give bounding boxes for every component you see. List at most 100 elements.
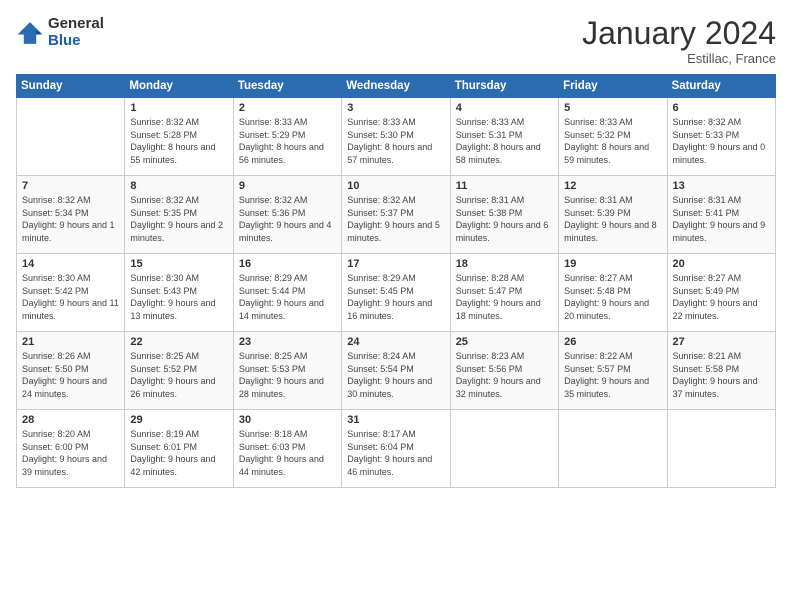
calendar-cell: 22Sunrise: 8:25 AMSunset: 5:52 PMDayligh… bbox=[125, 332, 233, 410]
col-sunday: Sunday bbox=[17, 75, 125, 98]
calendar-cell: 8 Sunrise: 8:32 AMSunset: 5:35 PMDaylight… bbox=[125, 176, 233, 254]
day-info: Sunrise: 8:32 AMSunset: 5:28 PMDaylight:… bbox=[130, 116, 227, 166]
logo-icon bbox=[16, 19, 44, 47]
day-number: 10 bbox=[347, 180, 444, 192]
day-info: Sunrise: 8:22 AMSunset: 5:57 PMDaylight:… bbox=[564, 350, 661, 400]
day-number: 30 bbox=[239, 414, 336, 426]
calendar-week-4: 21 Sunrise: 8:26 AMSunset: 5:50 PMDayligh… bbox=[17, 332, 776, 410]
day-info: Sunrise: 8:32 AMSunset: 5:37 PMDaylight:… bbox=[347, 194, 444, 244]
day-number: 11 bbox=[456, 180, 553, 192]
calendar-cell: 17 Sunrise: 8:29 AMSunset: 5:45 PMDayligh… bbox=[342, 254, 450, 332]
calendar-cell: 20 Sunrise: 8:27 AMSunset: 5:49 PMDayligh… bbox=[667, 254, 775, 332]
calendar-cell: 2Sunrise: 8:33 AMSunset: 5:29 PMDaylight… bbox=[233, 98, 341, 176]
logo-general: General bbox=[48, 16, 104, 33]
header-row: Sunday Monday Tuesday Wednesday Thursday… bbox=[17, 75, 776, 98]
location-subtitle: Estillac, France bbox=[582, 51, 776, 66]
calendar-cell: 1 Sunrise: 8:32 AMSunset: 5:28 PMDaylight… bbox=[125, 98, 233, 176]
calendar-cell: 3Sunrise: 8:33 AMSunset: 5:30 PMDaylight… bbox=[342, 98, 450, 176]
calendar-cell: 27 Sunrise: 8:21 AMSunset: 5:58 PMDayligh… bbox=[667, 332, 775, 410]
day-info: Sunrise: 8:20 AMSunset: 6:00 PMDaylight:… bbox=[22, 428, 119, 478]
day-info: Sunrise: 8:33 AMSunset: 5:32 PMDaylight:… bbox=[564, 116, 661, 166]
col-friday: Friday bbox=[559, 75, 667, 98]
day-info: Sunrise: 8:21 AMSunset: 5:58 PMDaylight:… bbox=[673, 350, 770, 400]
day-number: 21 bbox=[22, 336, 119, 348]
day-info: Sunrise: 8:33 AMSunset: 5:30 PMDaylight:… bbox=[347, 116, 444, 166]
day-number: 13 bbox=[673, 180, 770, 192]
day-number: 19 bbox=[564, 258, 661, 270]
day-info: Sunrise: 8:31 AMSunset: 5:39 PMDaylight:… bbox=[564, 194, 661, 244]
day-number: 16 bbox=[239, 258, 336, 270]
col-thursday: Thursday bbox=[450, 75, 558, 98]
day-number: 8 bbox=[130, 180, 227, 192]
col-monday: Monday bbox=[125, 75, 233, 98]
day-info: Sunrise: 8:19 AMSunset: 6:01 PMDaylight:… bbox=[130, 428, 227, 478]
calendar-cell bbox=[667, 410, 775, 488]
calendar-week-1: 1 Sunrise: 8:32 AMSunset: 5:28 PMDaylight… bbox=[17, 98, 776, 176]
calendar-cell: 31 Sunrise: 8:17 AMSunset: 6:04 PMDayligh… bbox=[342, 410, 450, 488]
day-number: 28 bbox=[22, 414, 119, 426]
day-number: 4 bbox=[456, 102, 553, 114]
month-title: January 2024 bbox=[582, 16, 776, 51]
day-number: 14 bbox=[22, 258, 119, 270]
calendar-cell: 25Sunrise: 8:23 AMSunset: 5:56 PMDayligh… bbox=[450, 332, 558, 410]
page-container: General Blue January 2024 Estillac, Fran… bbox=[0, 0, 792, 498]
day-number: 7 bbox=[22, 180, 119, 192]
day-info: Sunrise: 8:24 AMSunset: 5:54 PMDaylight:… bbox=[347, 350, 444, 400]
day-info: Sunrise: 8:29 AMSunset: 5:44 PMDaylight:… bbox=[239, 272, 336, 322]
logo-text: General Blue bbox=[48, 16, 104, 49]
calendar-cell bbox=[559, 410, 667, 488]
calendar-cell: 30 Sunrise: 8:18 AMSunset: 6:03 PMDayligh… bbox=[233, 410, 341, 488]
calendar-cell: 18 Sunrise: 8:28 AMSunset: 5:47 PMDayligh… bbox=[450, 254, 558, 332]
day-info: Sunrise: 8:25 AMSunset: 5:53 PMDaylight:… bbox=[239, 350, 336, 400]
day-info: Sunrise: 8:27 AMSunset: 5:48 PMDaylight:… bbox=[564, 272, 661, 322]
day-number: 18 bbox=[456, 258, 553, 270]
day-number: 1 bbox=[130, 102, 227, 114]
day-number: 2 bbox=[239, 102, 336, 114]
calendar-cell: 19 Sunrise: 8:27 AMSunset: 5:48 PMDayligh… bbox=[559, 254, 667, 332]
day-info: Sunrise: 8:32 AMSunset: 5:36 PMDaylight:… bbox=[239, 194, 336, 244]
calendar-cell: 7 Sunrise: 8:32 AMSunset: 5:34 PMDaylight… bbox=[17, 176, 125, 254]
calendar-cell: 28 Sunrise: 8:20 AMSunset: 6:00 PMDayligh… bbox=[17, 410, 125, 488]
day-number: 9 bbox=[239, 180, 336, 192]
day-number: 20 bbox=[673, 258, 770, 270]
day-number: 27 bbox=[673, 336, 770, 348]
calendar-week-2: 7 Sunrise: 8:32 AMSunset: 5:34 PMDaylight… bbox=[17, 176, 776, 254]
calendar-cell: 9 Sunrise: 8:32 AMSunset: 5:36 PMDaylight… bbox=[233, 176, 341, 254]
day-number: 31 bbox=[347, 414, 444, 426]
day-number: 29 bbox=[130, 414, 227, 426]
day-info: Sunrise: 8:30 AMSunset: 5:42 PMDaylight:… bbox=[22, 272, 119, 322]
calendar-cell: 16 Sunrise: 8:29 AMSunset: 5:44 PMDayligh… bbox=[233, 254, 341, 332]
day-info: Sunrise: 8:27 AMSunset: 5:49 PMDaylight:… bbox=[673, 272, 770, 322]
day-number: 5 bbox=[564, 102, 661, 114]
day-info: Sunrise: 8:33 AMSunset: 5:31 PMDaylight:… bbox=[456, 116, 553, 166]
calendar-cell: 26 Sunrise: 8:22 AMSunset: 5:57 PMDayligh… bbox=[559, 332, 667, 410]
day-info: Sunrise: 8:32 AMSunset: 5:34 PMDaylight:… bbox=[22, 194, 119, 244]
col-tuesday: Tuesday bbox=[233, 75, 341, 98]
calendar-cell: 5 Sunrise: 8:33 AMSunset: 5:32 PMDaylight… bbox=[559, 98, 667, 176]
day-info: Sunrise: 8:29 AMSunset: 5:45 PMDaylight:… bbox=[347, 272, 444, 322]
day-info: Sunrise: 8:28 AMSunset: 5:47 PMDaylight:… bbox=[456, 272, 553, 322]
day-info: Sunrise: 8:32 AMSunset: 5:35 PMDaylight:… bbox=[130, 194, 227, 244]
day-info: Sunrise: 8:26 AMSunset: 5:50 PMDaylight:… bbox=[22, 350, 119, 400]
calendar-cell: 14 Sunrise: 8:30 AMSunset: 5:42 PMDayligh… bbox=[17, 254, 125, 332]
day-info: Sunrise: 8:17 AMSunset: 6:04 PMDaylight:… bbox=[347, 428, 444, 478]
day-info: Sunrise: 8:32 AMSunset: 5:33 PMDaylight:… bbox=[673, 116, 770, 166]
calendar-cell: 13Sunrise: 8:31 AMSunset: 5:41 PMDayligh… bbox=[667, 176, 775, 254]
logo-blue: Blue bbox=[48, 33, 104, 50]
calendar-cell: 21 Sunrise: 8:26 AMSunset: 5:50 PMDayligh… bbox=[17, 332, 125, 410]
calendar-cell: 23Sunrise: 8:25 AMSunset: 5:53 PMDayligh… bbox=[233, 332, 341, 410]
calendar-cell: 4 Sunrise: 8:33 AMSunset: 5:31 PMDaylight… bbox=[450, 98, 558, 176]
logo: General Blue bbox=[16, 16, 104, 49]
calendar-cell bbox=[17, 98, 125, 176]
calendar-cell: 10 Sunrise: 8:32 AMSunset: 5:37 PMDayligh… bbox=[342, 176, 450, 254]
calendar-cell: 24Sunrise: 8:24 AMSunset: 5:54 PMDayligh… bbox=[342, 332, 450, 410]
day-number: 12 bbox=[564, 180, 661, 192]
calendar-cell: 11Sunrise: 8:31 AMSunset: 5:38 PMDayligh… bbox=[450, 176, 558, 254]
calendar-week-3: 14 Sunrise: 8:30 AMSunset: 5:42 PMDayligh… bbox=[17, 254, 776, 332]
col-wednesday: Wednesday bbox=[342, 75, 450, 98]
calendar-cell: 12 Sunrise: 8:31 AMSunset: 5:39 PMDayligh… bbox=[559, 176, 667, 254]
day-number: 17 bbox=[347, 258, 444, 270]
day-info: Sunrise: 8:18 AMSunset: 6:03 PMDaylight:… bbox=[239, 428, 336, 478]
day-info: Sunrise: 8:30 AMSunset: 5:43 PMDaylight:… bbox=[130, 272, 227, 322]
day-number: 26 bbox=[564, 336, 661, 348]
